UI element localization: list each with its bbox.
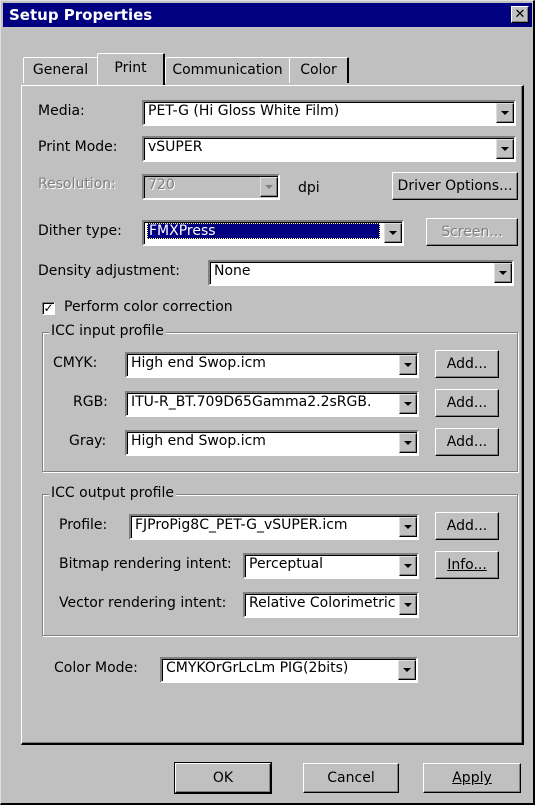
dither-select[interactable]: FMXPress [142,220,404,246]
driver-options-label: Driver Options... [397,178,513,194]
add-label: Add... [446,356,488,372]
apply-button[interactable]: Apply [423,763,521,793]
chevron-down-icon[interactable] [399,355,417,375]
chevron-down-icon[interactable] [399,595,417,615]
apply-label: Apply [452,770,492,786]
driver-options-button[interactable]: Driver Options... [392,172,518,200]
dither-value: FMXPress [147,223,380,239]
gray-profile-value: High end Swop.icm [131,433,266,449]
rgb-profile-select[interactable]: ITU-R_BT.709D65Gamma2.2sRGB. [125,391,419,417]
add-output-profile-button[interactable]: Add... [435,512,499,540]
tab-print-label: Print [114,60,147,76]
chevron-down-icon[interactable] [496,139,514,159]
title-bar[interactable]: Setup Properties ✕ [3,3,532,27]
rgb-profile-value: ITU-R_BT.709D65Gamma2.2sRGB. [131,394,372,410]
color-mode-value: CMYKOrGrLcLm PIG(2bits) [166,660,349,676]
density-value: None [214,263,251,279]
tab-color[interactable]: Color [289,57,349,83]
color-correction-label: Perform color correction [64,299,233,315]
gray-profile-select[interactable]: High end Swop.icm [125,430,419,456]
print-mode-select[interactable]: vSUPER [142,136,516,162]
info-button[interactable]: Info... [435,551,499,579]
vector-intent-value: Relative Colorimetric [249,595,395,611]
close-icon[interactable]: ✕ [511,6,529,23]
cancel-label: Cancel [327,770,375,786]
profile-label: Profile: [59,517,108,533]
media-value: PET-G (Hi Gloss White Film) [148,103,340,119]
icc-input-title: ICC input profile [49,323,166,339]
tab-communication-label: Communication [172,62,283,78]
setup-properties-dialog: Setup Properties ✕ General Print Communi… [0,0,535,805]
cmyk-profile-value: High end Swop.icm [131,355,266,371]
chevron-down-icon[interactable] [399,517,417,537]
chevron-down-icon[interactable] [399,394,417,414]
tab-print[interactable]: Print [97,53,165,85]
ok-button[interactable]: OK [174,762,272,794]
chevron-down-icon[interactable] [399,556,417,576]
gray-label: Gray: [69,433,107,449]
icc-output-title: ICC output profile [49,485,176,501]
cmyk-profile-select[interactable]: High end Swop.icm [125,352,419,378]
bitmap-intent-select[interactable]: Perceptual [243,553,419,579]
icc-output-group: ICC output profile Profile: FJProPig8C_P… [42,485,518,636]
resolution-value: 720 [148,177,175,193]
tab-communication[interactable]: Communication [165,57,291,83]
bitmap-intent-value: Perceptual [249,556,324,572]
resolution-unit: dpi [298,180,320,196]
dither-label: Dither type: [38,223,122,239]
add-label: Add... [446,395,488,411]
info-label: Info... [447,557,487,573]
output-profile-value: FJProPig8C_PET-G_vSUPER.icm [135,517,348,533]
resolution-label: Resolution: [38,176,116,192]
chevron-down-icon[interactable] [260,177,278,197]
add-label: Add... [446,518,488,534]
density-select[interactable]: None [208,260,514,286]
vector-intent-select[interactable]: Relative Colorimetric [243,592,419,618]
resolution-select[interactable]: 720 [142,174,280,200]
chevron-down-icon[interactable] [494,263,512,283]
print-mode-value: vSUPER [148,139,203,155]
chevron-down-icon[interactable] [496,103,514,123]
print-tab-panel: Media: PET-G (Hi Gloss White Film) Print… [21,85,524,745]
screen-button[interactable]: Screen... [426,218,518,246]
tab-general[interactable]: General [23,57,99,83]
icc-input-group: ICC input profile CMYK: High end Swop.ic… [42,323,518,472]
media-label: Media: [38,103,85,119]
cmyk-label: CMYK: [53,355,98,371]
vector-intent-label: Vector rendering intent: [59,595,227,611]
print-mode-label: Print Mode: [38,139,118,155]
color-correction-checkbox[interactable]: ✓ [42,302,55,315]
chevron-down-icon[interactable] [399,433,417,453]
chevron-down-icon[interactable] [398,660,416,680]
add-gray-button[interactable]: Add... [435,428,499,456]
density-label: Density adjustment: [38,263,181,279]
screen-label: Screen... [441,224,503,240]
color-mode-label: Color Mode: [54,660,138,676]
add-label: Add... [446,434,488,450]
media-select[interactable]: PET-G (Hi Gloss White Film) [142,100,516,126]
add-rgb-button[interactable]: Add... [435,389,499,417]
cancel-button[interactable]: Cancel [303,763,399,793]
add-cmyk-button[interactable]: Add... [435,350,499,378]
rgb-label: RGB: [73,394,108,410]
tab-general-label: General [32,62,89,78]
color-mode-select[interactable]: CMYKOrGrLcLm PIG(2bits) [160,657,418,683]
window-title: Setup Properties [9,6,153,24]
ok-label: OK [212,770,234,786]
chevron-down-icon[interactable] [384,223,402,243]
tab-color-label: Color [300,62,337,78]
bitmap-intent-label: Bitmap rendering intent: [59,556,232,572]
output-profile-select[interactable]: FJProPig8C_PET-G_vSUPER.icm [129,514,419,540]
